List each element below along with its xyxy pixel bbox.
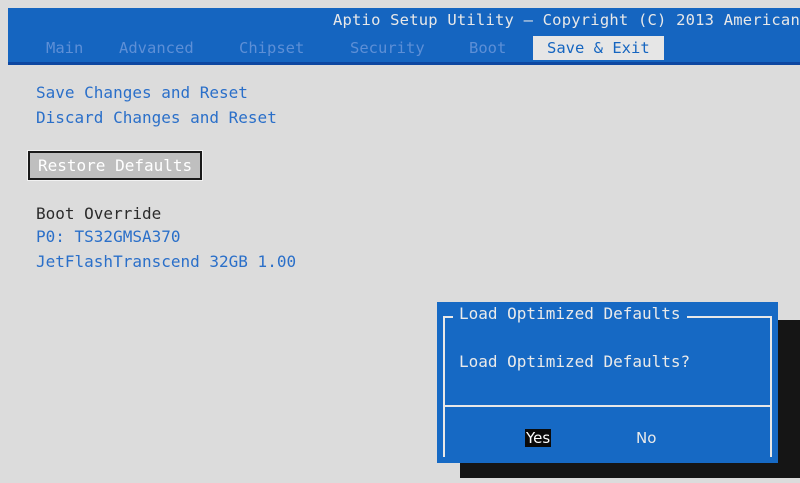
confirm-dialog: Load Optimized Defaults Load Optimized D…: [437, 302, 778, 463]
menu-item-restore-defaults[interactable]: Restore Defaults: [28, 151, 203, 180]
tab-security[interactable]: Security: [350, 36, 425, 60]
tab-chipset[interactable]: Chipset: [239, 36, 304, 60]
menu-item-discard-changes-and-reset[interactable]: Discard Changes and Reset: [36, 108, 277, 127]
menu-panel: Save Changes and Reset Discard Changes a…: [8, 65, 800, 478]
menu-item-save-changes-and-reset[interactable]: Save Changes and Reset: [36, 83, 248, 102]
dialog-shadow: [778, 320, 800, 478]
tab-boot[interactable]: Boot: [469, 36, 506, 60]
boot-device-p0[interactable]: P0: TS32GMSA370: [36, 227, 181, 246]
yes-button[interactable]: Yes: [525, 429, 552, 447]
dialog-frame: [770, 405, 772, 457]
app-title: Aptio Setup Utility – Copyright (C) 2013…: [332, 11, 800, 29]
dialog-frame: [443, 316, 772, 457]
dialog-shadow: [460, 463, 800, 478]
boot-device-jetflash[interactable]: JetFlashTranscend 32GB 1.00: [36, 252, 296, 271]
dialog-divider: [443, 405, 772, 407]
tab-main[interactable]: Main: [46, 36, 83, 60]
dialog-frame: [443, 405, 445, 457]
tab-advanced[interactable]: Advanced: [119, 36, 194, 60]
dialog-title: Load Optimized Defaults: [453, 304, 687, 323]
section-label-boot-override: Boot Override: [36, 204, 162, 223]
title-bar: Aptio Setup Utility – Copyright (C) 2013…: [8, 8, 800, 34]
tab-bar: Main Advanced Chipset Security Boot Save…: [8, 34, 800, 65]
bios-screen: Aptio Setup Utility – Copyright (C) 2013…: [8, 8, 800, 478]
dialog-message: Load Optimized Defaults?: [459, 352, 691, 371]
tab-save-exit[interactable]: Save & Exit: [533, 36, 664, 60]
no-button[interactable]: No: [635, 429, 657, 447]
